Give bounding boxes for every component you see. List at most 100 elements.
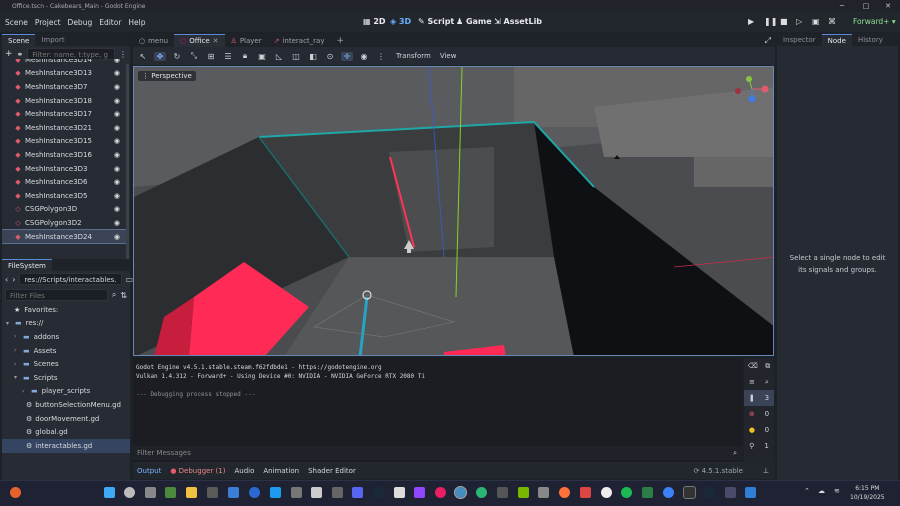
folder-player-scripts[interactable]: › ▬ player_scripts [2, 385, 130, 399]
scene-tree-node[interactable]: ◆ MeshInstance3D15 ◉ [2, 135, 126, 149]
select-tool-icon[interactable]: ↖ [137, 52, 149, 61]
tab-shader-editor[interactable]: Shader Editor [308, 467, 356, 475]
menu-debug[interactable]: Debug [68, 18, 93, 27]
forward-icon[interactable]: › [12, 275, 15, 284]
group-icon[interactable]: ▣ [256, 52, 268, 61]
file-item-selected[interactable]: ⚙ interactables.gd [2, 438, 130, 453]
app-icon[interactable] [435, 487, 446, 498]
visibility-eye-icon[interactable]: ◉ [114, 151, 120, 159]
file-filter-input[interactable]: Filter Files [5, 289, 108, 301]
scene-tree-node[interactable]: ◆ MeshInstance3D13 ◉ [2, 67, 126, 81]
app-icon[interactable] [663, 487, 674, 498]
scene-tree-node[interactable]: ◇ CSGPolygon3D ◉ [2, 203, 126, 217]
add-tab-button[interactable]: + [331, 36, 351, 46]
tab-output[interactable]: Output [137, 467, 161, 475]
scene-tree-node[interactable]: ◆ MeshInstance3D5 ◉ [2, 189, 126, 203]
scene-tree-node[interactable]: ◆ MeshInstance3D7 ◉ [2, 80, 126, 94]
tab-interact-ray[interactable]: ↗ interact_ray [268, 37, 331, 45]
remote-debug-icon[interactable]: ⌘ [828, 12, 836, 32]
play-icon[interactable]: ▶ [748, 12, 754, 32]
pin-icon[interactable]: ⊥ [763, 467, 769, 475]
taskview-icon[interactable] [145, 487, 156, 498]
app-icon[interactable] [207, 487, 218, 498]
edge-icon[interactable] [476, 487, 487, 498]
file-item[interactable]: ⚙ buttonSelectionMenu.gd [2, 398, 130, 412]
app-icon[interactable] [291, 487, 302, 498]
visibility-eye-icon[interactable]: ◉ [114, 192, 120, 200]
gizmo-icon[interactable]: ✛ [341, 51, 353, 61]
app-icon[interactable] [249, 487, 260, 498]
scene-tree-node[interactable]: ◇ CSGPolygon3D2 ◉ [2, 216, 126, 230]
app-icon[interactable] [228, 487, 239, 498]
maximize-button[interactable]: □ [854, 0, 878, 12]
menu-scene[interactable]: Scene [5, 18, 28, 27]
rotate-tool-icon[interactable]: ↻ [171, 52, 183, 61]
folder-root[interactable]: ▾ ▬ res:// [2, 317, 130, 331]
ruler-icon[interactable]: ◺ [273, 52, 285, 61]
workspace-3d[interactable]: ◈ 3D [390, 12, 411, 32]
renderer-select[interactable]: Forward+ ▾ [853, 12, 896, 32]
scene-tree-node[interactable]: ◆ MeshInstance3D24 ◉ [2, 228, 126, 245]
app-icon[interactable] [414, 487, 425, 498]
app-icon[interactable] [165, 487, 176, 498]
info-toggle[interactable]: ⚲ 1 [744, 438, 774, 454]
filter-messages-input[interactable]: Filter Messages ⌕ [133, 446, 743, 460]
local-space-icon[interactable]: ◫ [290, 52, 302, 61]
visibility-eye-icon[interactable]: ◉ [114, 97, 120, 105]
visibility-eye-icon[interactable]: ◉ [114, 137, 120, 145]
visibility-eye-icon[interactable]: ◉ [114, 233, 120, 241]
app-icon[interactable] [580, 487, 591, 498]
minimize-button[interactable]: ─ [830, 0, 854, 12]
link-icon[interactable]: ⚭ [17, 50, 24, 59]
scene-tree-node[interactable]: ◆ MeshInstance3D16 ◉ [2, 148, 126, 162]
app-icon[interactable] [683, 486, 696, 499]
back-icon[interactable]: ‹ [5, 275, 8, 284]
visibility-eye-icon[interactable]: ◉ [114, 124, 120, 132]
more-icon[interactable]: ⋮ [375, 52, 387, 61]
scene-tree-node[interactable]: ◆ MeshInstance3D18 ◉ [2, 94, 126, 108]
tab-audio[interactable]: Audio [234, 467, 254, 475]
tab-history[interactable]: History [852, 34, 889, 46]
close-tab-icon[interactable]: ✕ [213, 35, 219, 47]
visibility-eye-icon[interactable]: ◉ [114, 178, 120, 186]
tree-scrollbar[interactable] [126, 64, 129, 264]
clear-icon[interactable]: ⌫ [748, 362, 758, 370]
spotify-icon[interactable] [621, 487, 632, 498]
list-icon[interactable]: ☰ [222, 52, 234, 61]
tab-node[interactable]: Node [821, 33, 852, 47]
app-icon[interactable] [642, 487, 653, 498]
tab-player[interactable]: ♙ Player [225, 37, 268, 45]
widgets-icon[interactable] [10, 487, 21, 498]
scene-tree-node[interactable]: ◆ MeshInstance3D3 ◉ [2, 162, 126, 176]
tab-animation[interactable]: Animation [263, 467, 299, 475]
menu-project[interactable]: Project [35, 18, 61, 27]
folder-scenes[interactable]: › ▬ Scenes [2, 357, 130, 371]
wifi-icon[interactable]: ≋ [834, 487, 840, 495]
visibility-eye-icon[interactable]: ◉ [114, 59, 120, 64]
move-tool-icon[interactable]: ✥ [154, 51, 166, 61]
scene-tree-node[interactable]: ◆ MeshInstance3D6 ◉ [2, 175, 126, 189]
tab-scene[interactable]: Scene [2, 33, 36, 47]
app-icon[interactable] [394, 487, 405, 498]
transform-menu[interactable]: Transform [396, 52, 431, 60]
explorer-icon[interactable] [186, 487, 197, 498]
sort-icon[interactable]: ⇅ [120, 291, 127, 300]
steam-icon[interactable] [373, 487, 384, 498]
messages-toggle[interactable]: ❚ 3 [744, 390, 774, 406]
workspace-assetlib[interactable]: ⇲ AssetLib [494, 12, 542, 32]
selectable-icon[interactable]: ⊞ [205, 52, 217, 61]
cloud-icon[interactable]: ☁ [818, 487, 825, 495]
tab-filesystem[interactable]: FileSystem [2, 258, 52, 272]
lock-icon[interactable]: 🔒︎ [239, 51, 251, 61]
app-icon[interactable] [704, 487, 715, 498]
camera-icon[interactable]: ⊙ [324, 52, 336, 61]
nvidia-icon[interactable] [518, 487, 529, 498]
app-icon[interactable] [601, 487, 612, 498]
menu-help[interactable]: Help [128, 18, 145, 27]
visibility-eye-icon[interactable]: ◉ [114, 165, 120, 173]
snap-icon[interactable]: ◧ [307, 52, 319, 61]
environment-icon[interactable]: ◉ [358, 52, 370, 61]
start-icon[interactable] [104, 487, 115, 498]
search-icon[interactable] [124, 487, 135, 498]
warnings-toggle[interactable]: ● 0 [744, 422, 774, 438]
